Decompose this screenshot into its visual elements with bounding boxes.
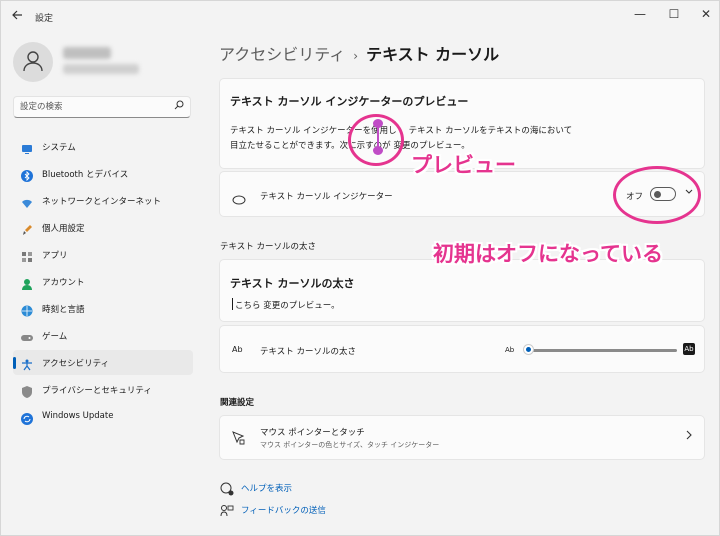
mouse-touch-icon [232,430,246,449]
annotation-preview-label: プレビュー [411,153,516,177]
sidebar-item-network[interactable]: ネットワークとインターネット [13,188,193,213]
breadcrumb-separator: › [353,49,359,63]
wifi-icon [21,194,33,208]
sidebar-item-windows-update[interactable]: Windows Update [13,404,193,429]
sidebar-item-label: システム [42,143,76,153]
slider-min-icon: Ab [505,346,515,354]
thickness-title: テキスト カーソルの太さ [230,277,355,290]
chevron-right-icon [685,430,693,443]
settings-window: 設定 — ☐ ✕ システム Bluetooth とデバイス ネットワークとインタ… [0,0,720,536]
sidebar-item-label: アクセシビリティ [42,359,110,369]
feedback-icon [220,503,234,522]
annotation-circle-toggle [613,166,701,224]
user-email-blurred [63,64,139,74]
mouse-pointer-touch-link[interactable]: マウス ポインターとタッチ マウス ポインターの色とサイズ、タッチ インジケータ… [219,415,705,460]
sidebar-item-privacy[interactable]: プライバシーとセキュリティ [13,377,193,402]
accessibility-icon [21,356,33,371]
minimize-button[interactable]: — [627,7,653,21]
brush-icon [21,221,33,235]
text-caret [232,298,233,310]
sidebar-item-label: Windows Update [42,411,114,421]
avatar[interactable] [13,42,53,82]
sidebar-item-label: アカウント [42,278,85,288]
help-icon [220,481,234,500]
page-title: テキスト カーソル [366,45,500,64]
indicator-icon [232,190,246,209]
account-icon [21,275,33,290]
sidebar-item-bluetooth[interactable]: Bluetooth とデバイス [13,161,193,186]
search-icon[interactable] [174,100,184,113]
related-settings-header: 関連設定 [220,398,255,408]
slider-max-icon: Ab [683,343,695,355]
sidebar-item-accounts[interactable]: アカウント [13,269,193,294]
sidebar-item-label: ゲーム [42,332,68,342]
sidebar-item-gaming[interactable]: ゲーム [13,323,193,348]
related-title: マウス ポインターとタッチ [260,428,365,438]
system-icon [21,140,33,154]
shield-icon [21,383,33,398]
sidebar-item-accessibility[interactable]: アクセシビリティ [13,350,193,375]
maximize-button[interactable]: ☐ [661,7,687,21]
bluetooth-icon [21,167,33,182]
sidebar-item-label: プライバシーとセキュリティ [42,386,152,396]
text-size-icon: Ab [232,345,243,354]
globe-icon [21,302,33,317]
thickness-section-header: テキスト カーソルの太さ [220,242,316,252]
annotation-default-off-label: 初期はオフになっている [433,242,663,266]
search-box[interactable] [13,96,191,118]
back-arrow-icon[interactable] [11,9,27,25]
thickness-slider-row: Ab テキスト カーソルの太さ Ab Ab [219,325,705,373]
help-link-text[interactable]: ヘルプを表示 [241,482,292,494]
annotation-circle-preview [348,114,404,166]
slider-label: テキスト カーソルの太さ [260,347,356,357]
gamepad-icon [21,329,33,341]
preview-title: テキスト カーソル インジケーターのプレビュー [230,95,469,108]
sidebar-item-label: 時刻と言語 [42,305,85,315]
search-input[interactable] [20,100,170,114]
slider-track[interactable] [524,349,677,352]
sidebar-item-label: ネットワークとインターネット [42,197,162,207]
sidebar-item-apps[interactable]: アプリ [13,242,193,267]
sidebar-nav: システム Bluetooth とデバイス ネットワークとインターネット 個人用設… [13,134,193,431]
feedback-link-text[interactable]: フィードバックの送信 [241,504,326,516]
sidebar-item-personalization[interactable]: 個人用設定 [13,215,193,240]
related-subtitle: マウス ポインターの色とサイズ、タッチ インジケーター [260,441,440,449]
breadcrumb-parent[interactable]: アクセシビリティ [219,45,345,64]
user-name-blurred [63,47,111,59]
apps-icon [21,248,33,262]
preview-text-part-b: テキスト カーソルをテキストの海において [408,126,573,136]
sidebar-item-label: Bluetooth とデバイス [42,170,129,180]
title-bar: 設定 — ☐ ✕ [1,1,719,33]
breadcrumb: アクセシビリティ › テキスト カーソル [219,41,499,65]
close-button[interactable]: ✕ [693,7,719,21]
app-title: 設定 [35,14,54,24]
thickness-preview-card: テキスト カーソルの太さ こちら 変更のプレビュー。 [219,259,705,322]
sidebar-item-time-language[interactable]: 時刻と言語 [13,296,193,321]
thickness-preview-text: こちら 変更のプレビュー。 [235,301,340,311]
indicator-label: テキスト カーソル インジケーター [260,192,393,202]
sidebar-item-label: アプリ [42,251,68,261]
update-icon [21,410,33,425]
sidebar-item-system[interactable]: システム [13,134,193,159]
slider-thumb[interactable] [524,345,533,354]
sidebar-item-label: 個人用設定 [42,224,85,234]
